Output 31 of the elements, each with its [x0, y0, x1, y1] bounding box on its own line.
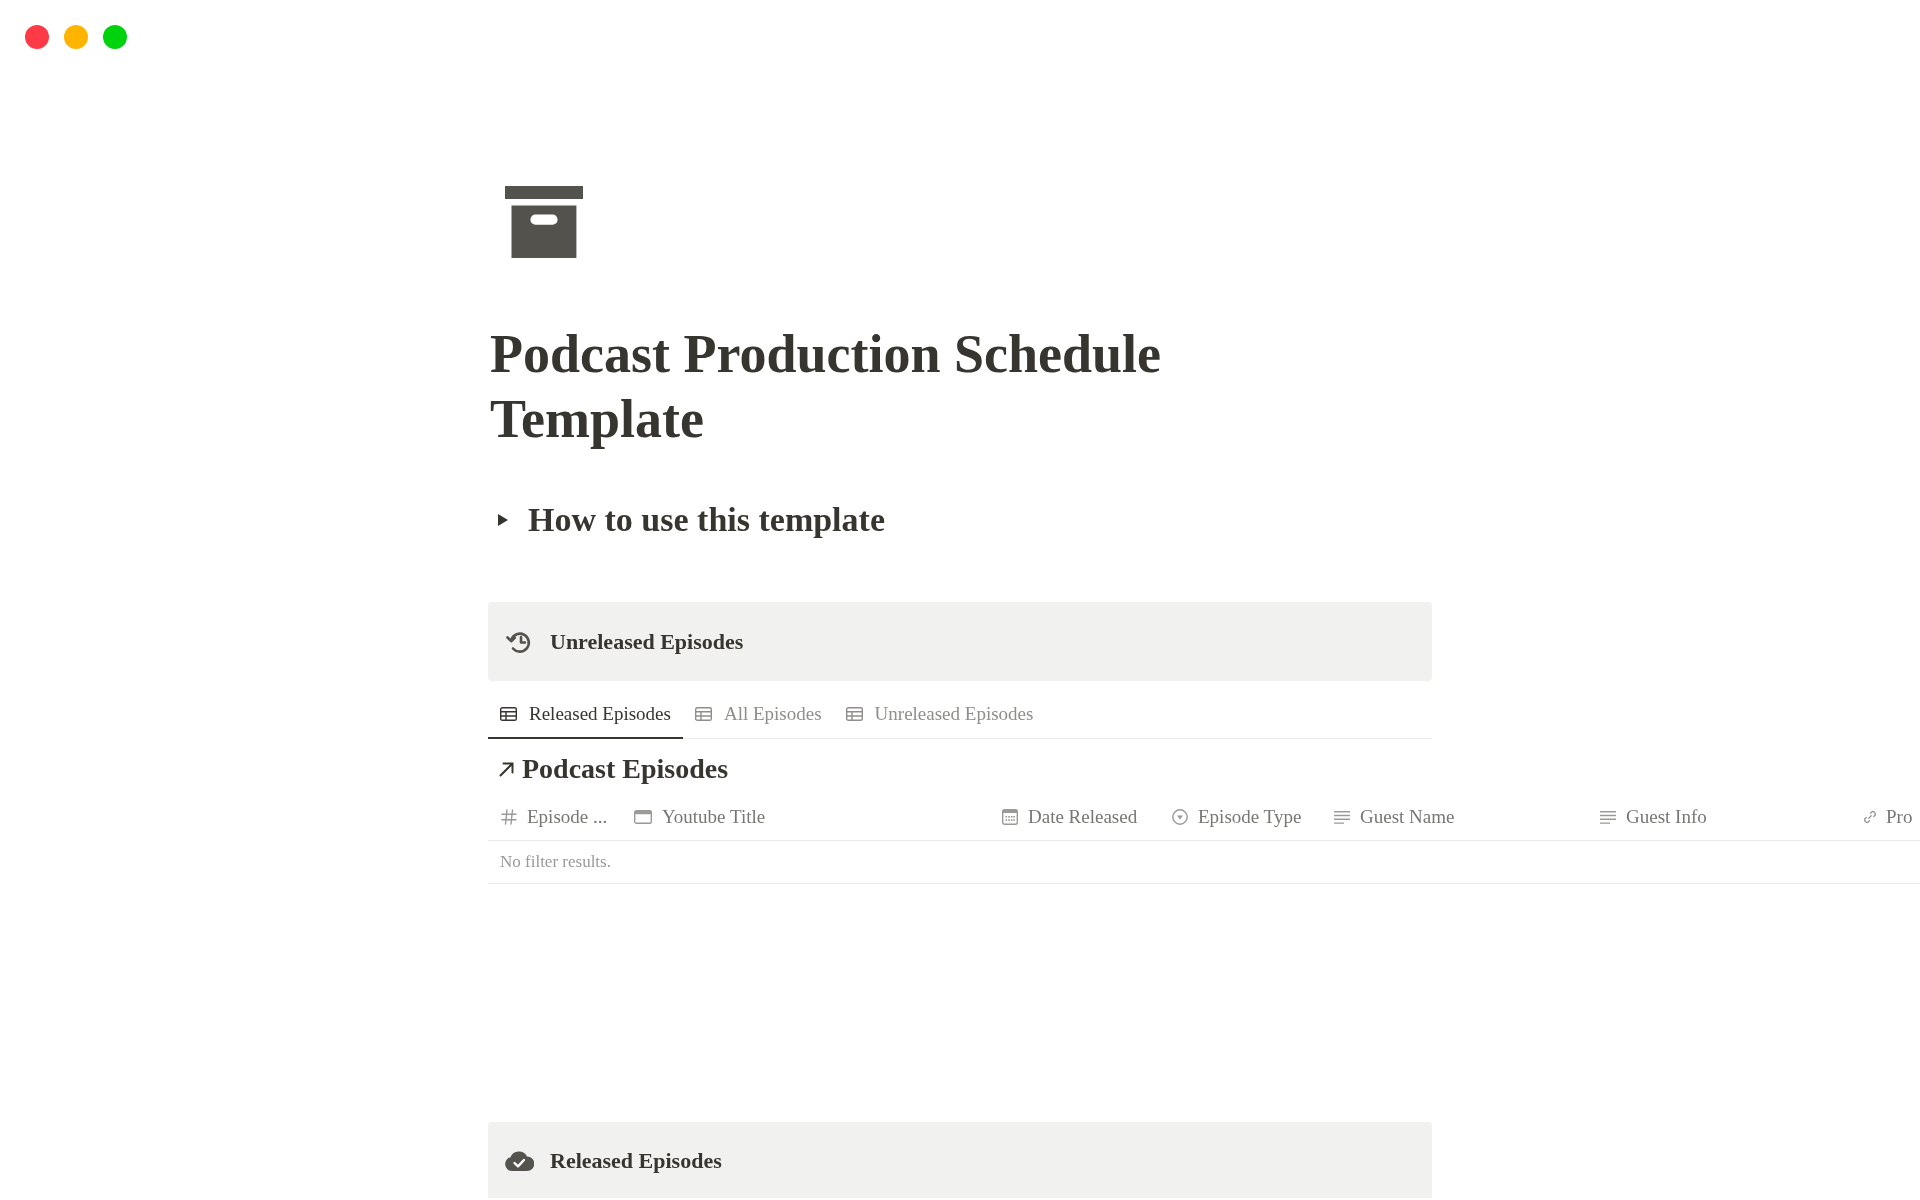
history-icon — [506, 629, 532, 654]
table-icon — [500, 707, 517, 721]
arrow-up-right-icon — [499, 761, 514, 777]
archive-box-icon — [505, 186, 583, 258]
view-tab[interactable]: Released Episodes — [488, 691, 683, 739]
column-header[interactable]: Youtube Title — [621, 794, 989, 840]
toggle-heading: How to use this template — [528, 500, 885, 540]
page-title: Podcast Production Schedule Template — [490, 323, 1163, 451]
empty-state-text: No filter results. — [500, 851, 611, 874]
text-lines-icon — [1600, 810, 1616, 824]
column-header[interactable]: Guest Name — [1321, 794, 1587, 840]
toggle-triangle-icon[interactable] — [498, 514, 508, 526]
table-icon — [845, 707, 863, 721]
database-title[interactable]: Podcast Episodes — [522, 749, 729, 789]
link-icon — [1862, 809, 1878, 825]
callout-title: Released Episodes — [550, 1146, 722, 1175]
column-header[interactable]: Pro — [1849, 794, 1920, 840]
callout-title: Unreleased Episodes — [550, 628, 744, 656]
column-header[interactable]: Guest Info — [1587, 794, 1849, 840]
window-icon — [634, 810, 652, 824]
view-tab[interactable]: Unreleased Episodes — [833, 691, 1046, 739]
column-header[interactable]: Episode Type — [1159, 794, 1321, 840]
text-lines-icon — [1334, 810, 1350, 824]
calendar-icon — [1002, 809, 1018, 825]
column-header[interactable]: Date Released — [989, 794, 1159, 840]
table-icon — [694, 707, 712, 721]
hash-icon — [501, 809, 517, 825]
cloud-check-icon — [504, 1149, 534, 1171]
dropdown-circle-icon — [1172, 809, 1188, 825]
view-tab[interactable]: All Episodes — [682, 691, 834, 739]
column-header[interactable]: Episode ... — [488, 794, 621, 840]
